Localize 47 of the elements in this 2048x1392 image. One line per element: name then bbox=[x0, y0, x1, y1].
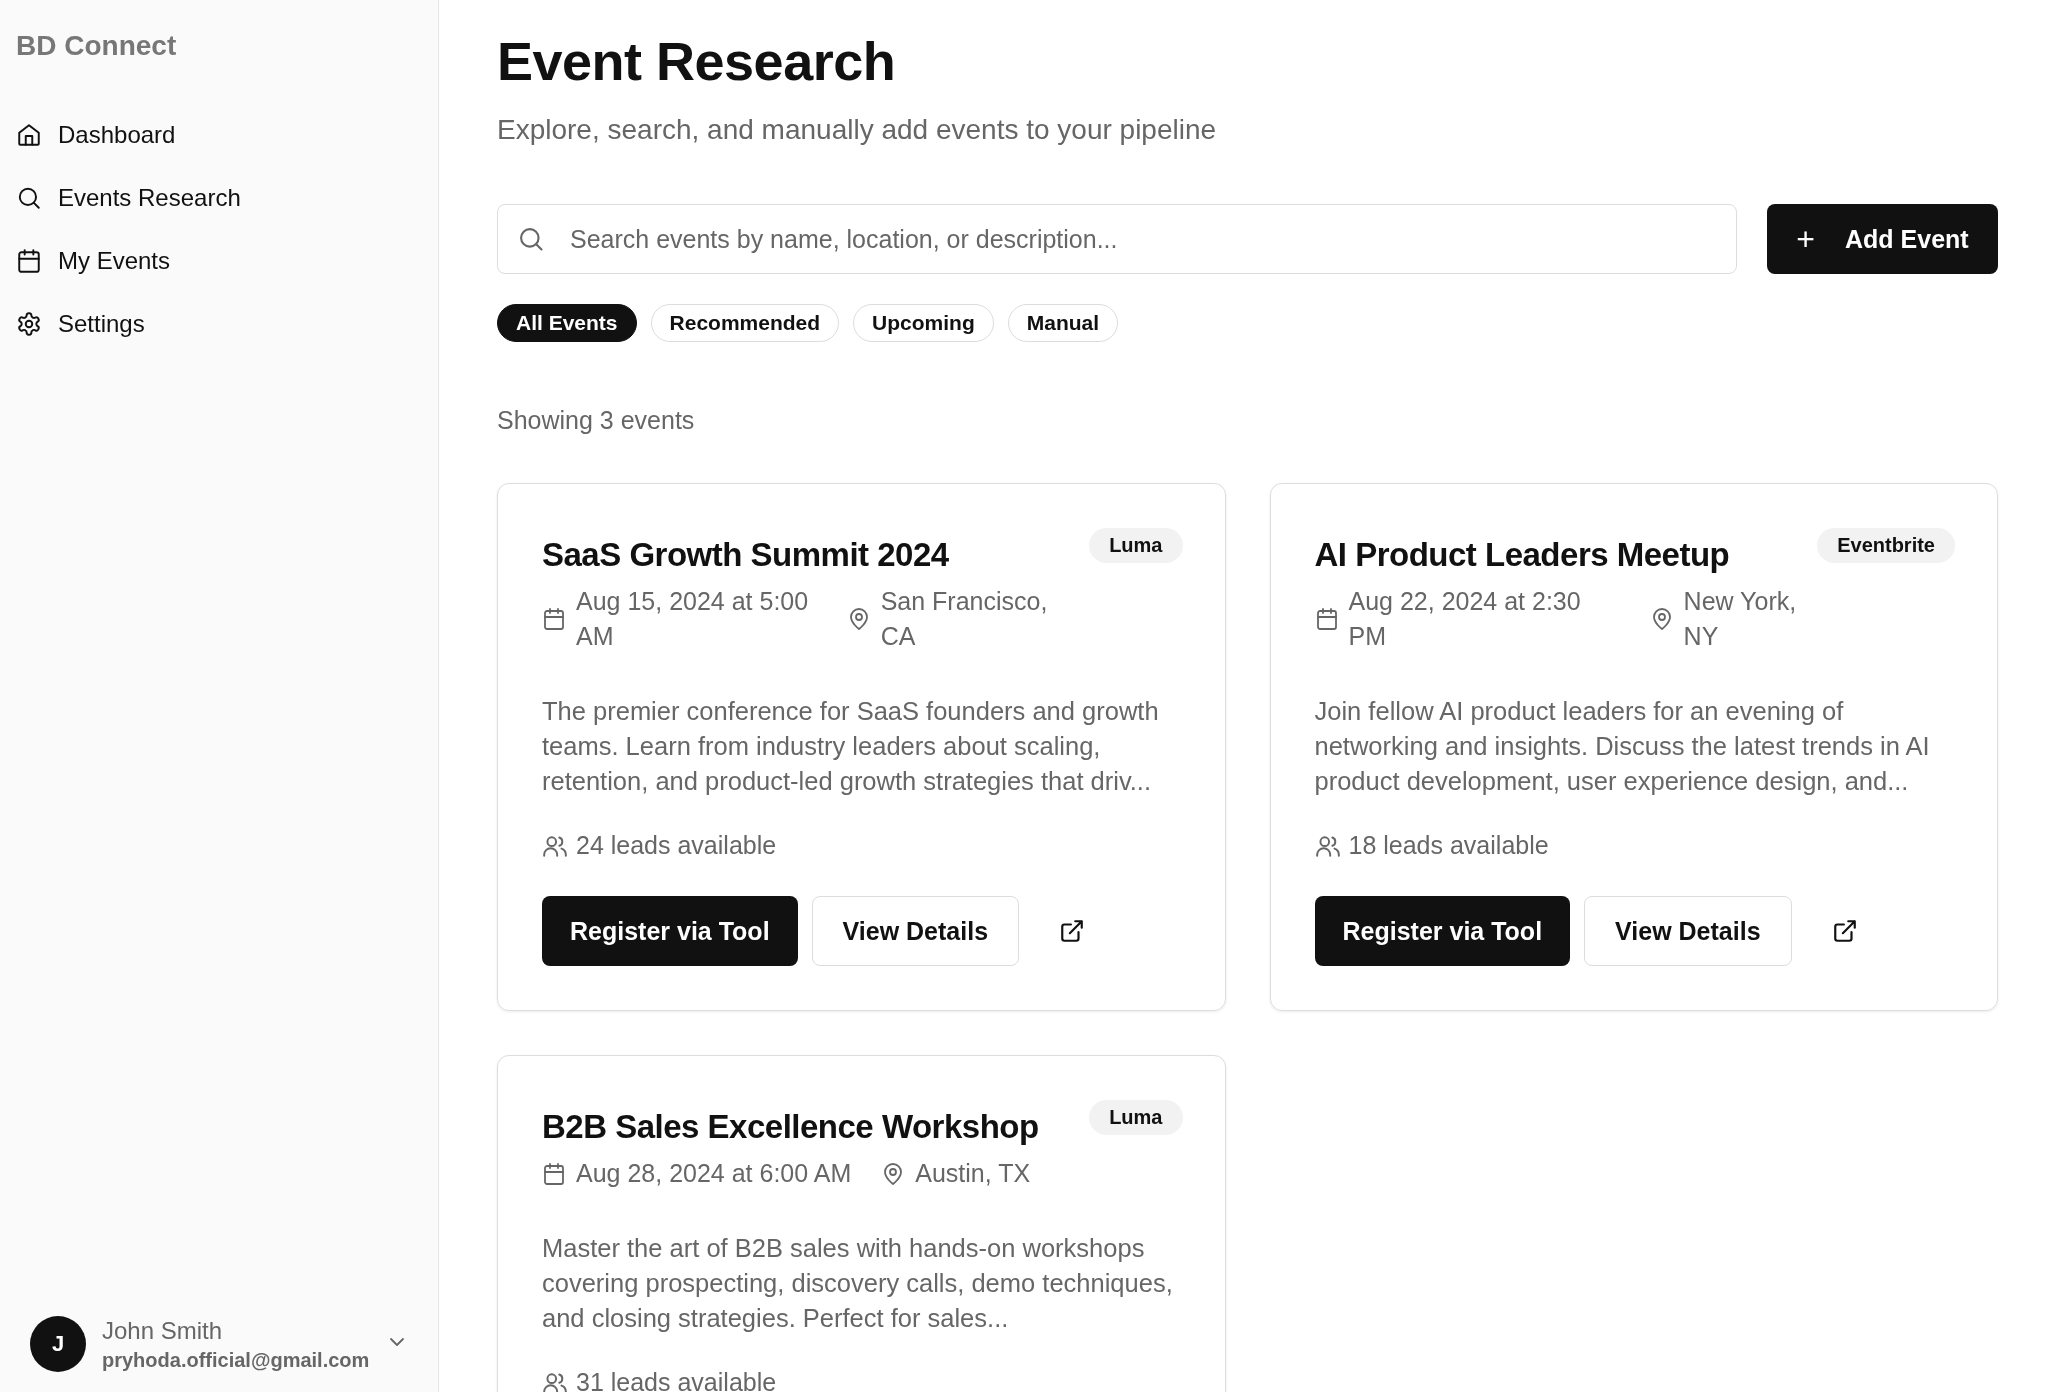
page-title: Event Research bbox=[497, 30, 897, 92]
event-description: Join fellow AI product leaders for an evening of networking and insights. Discuss the latest trends in AI product development, user experience design, and... bbox=[1314, 696, 1931, 797]
event-location: Austin, TX bbox=[915, 1158, 1031, 1189]
calendar-icon bbox=[1314, 607, 1339, 631]
event-location: New York, NY bbox=[1683, 586, 1798, 652]
search-field[interactable]: Search events by name, location, or description... bbox=[497, 204, 1737, 274]
filter-chip[interactable]: Upcoming bbox=[853, 304, 994, 342]
sidebar-item[interactable]: Dashboard bbox=[16, 112, 422, 158]
search-icon bbox=[517, 225, 545, 253]
calendar-icon bbox=[542, 607, 566, 631]
home-icon bbox=[16, 122, 42, 148]
filter-chip[interactable]: Recommended bbox=[650, 304, 840, 342]
add-event-button[interactable]: + Add Event bbox=[1767, 204, 1998, 274]
event-title: SaaS Growth Summit 2024 bbox=[542, 536, 949, 574]
source-badge: Luma bbox=[1089, 1100, 1183, 1135]
leads-count: 24 leads available bbox=[576, 831, 777, 860]
calendar-icon bbox=[542, 1161, 566, 1186]
user-name: John Smith bbox=[102, 1316, 224, 1345]
user-avatar[interactable]: J bbox=[30, 1316, 86, 1372]
app-brand: BD Connect bbox=[16, 30, 178, 62]
leads-count: 31 leads available bbox=[576, 1368, 777, 1392]
filter-chip[interactable]: All Events bbox=[497, 304, 637, 342]
sidebar-item[interactable]: My Events bbox=[16, 238, 422, 284]
view-details-button[interactable]: View Details bbox=[811, 896, 1020, 966]
event-title: AI Product Leaders Meetup bbox=[1314, 536, 1730, 574]
event-location: San Francisco, CA bbox=[880, 586, 1049, 652]
event-description: Master the art of B2B sales with hands-on workshops covering prospecting, discovery calls, demo techniques, and closing strategies. Perfect for sales... bbox=[542, 1233, 1174, 1334]
register-button[interactable]: Register via Tool bbox=[542, 896, 798, 966]
calendar-icon bbox=[16, 248, 42, 274]
sidebar-item[interactable]: Events Research bbox=[16, 175, 422, 221]
event-description: The premier conference for SaaS founders and growth teams. Learn from industry leaders about scaling, retention, and product-led growth strategies that driv... bbox=[542, 696, 1160, 797]
event-date: Aug 15, 2024 at 5:00 AM bbox=[576, 586, 810, 652]
source-badge: Luma bbox=[1089, 528, 1183, 563]
settings-icon bbox=[16, 311, 42, 337]
sidebar-item[interactable]: Settings bbox=[16, 301, 422, 347]
register-button[interactable]: Register via Tool bbox=[1314, 896, 1571, 966]
page-subtitle: Explore, search, and manually add events to your pipeline bbox=[497, 114, 1218, 146]
event-date: Aug 28, 2024 at 6:00 AM bbox=[576, 1158, 852, 1189]
event-date: Aug 22, 2024 at 2:30 PM bbox=[1348, 586, 1582, 652]
view-details-button[interactable]: View Details bbox=[1584, 896, 1792, 966]
filter-chip[interactable]: Manual bbox=[1007, 304, 1119, 342]
results-count: Showing 3 events bbox=[497, 406, 696, 435]
user-email: pryhoda.official@gmail.com bbox=[102, 1348, 370, 1372]
leads-count: 18 leads available bbox=[1348, 831, 1549, 860]
search-icon bbox=[16, 185, 42, 211]
event-title: B2B Sales Excellence Workshop bbox=[542, 1108, 1039, 1146]
source-badge: Eventbrite bbox=[1817, 528, 1955, 563]
